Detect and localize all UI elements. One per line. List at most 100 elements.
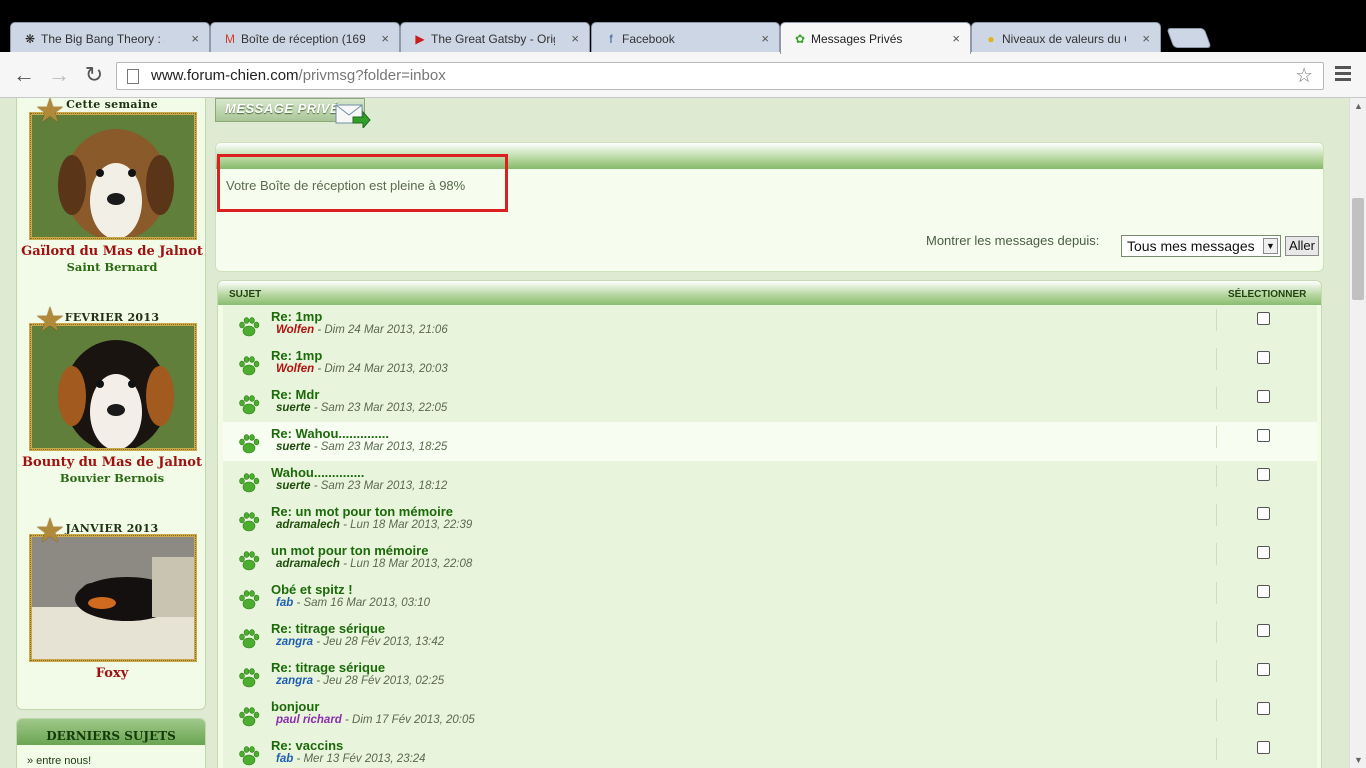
dog-name[interactable]: Foxy bbox=[17, 666, 207, 681]
gmail-icon: M bbox=[225, 32, 235, 46]
dog-feature: Cette semaine ★ Gaïlord du Mas de Jalnot Sa… bbox=[17, 98, 207, 298]
tab-label: Messages Privés bbox=[811, 31, 903, 46]
browser-tab[interactable]: ● Niveaux de valeurs du C × bbox=[971, 22, 1161, 54]
select-checkbox[interactable] bbox=[1257, 741, 1270, 754]
table-row: Re: 1mp Wolfen - Dim 24 Mar 2013, 20:03 bbox=[223, 344, 1317, 383]
address-bar[interactable]: www.forum-chien.com/privmsg?folder=inbox… bbox=[116, 62, 1324, 90]
message-subject-link[interactable]: Re: un mot pour ton mémoire bbox=[271, 504, 453, 519]
messages-since-select[interactable]: Tous mes messages ▼ bbox=[1121, 235, 1281, 257]
new-tab-button[interactable] bbox=[1166, 28, 1212, 48]
message-subject-link[interactable]: bonjour bbox=[271, 699, 319, 714]
select-checkbox[interactable] bbox=[1257, 351, 1270, 364]
dog-breed: Bouvier Bernois bbox=[59, 471, 165, 485]
chevron-down-icon: ▼ bbox=[1263, 238, 1278, 254]
select-checkbox[interactable] bbox=[1257, 663, 1270, 676]
message-subject-link[interactable]: Re: Mdr bbox=[271, 387, 319, 402]
column-divider bbox=[1216, 309, 1217, 331]
tab-label: Niveaux de valeurs du C bbox=[1002, 31, 1126, 46]
close-icon[interactable]: × bbox=[761, 31, 769, 46]
chrome-menu-icon[interactable] bbox=[1335, 66, 1351, 84]
select-checkbox[interactable] bbox=[1257, 624, 1270, 637]
column-select: SÉLECTIONNER bbox=[1228, 289, 1307, 300]
select-checkbox[interactable] bbox=[1257, 507, 1270, 520]
message-author[interactable]: suerte bbox=[276, 480, 311, 492]
select-checkbox[interactable] bbox=[1257, 312, 1270, 325]
star-icon: ★ bbox=[34, 512, 66, 550]
message-subject-link[interactable]: Re: Wahou.............. bbox=[271, 426, 389, 441]
select-checkbox[interactable] bbox=[1257, 390, 1270, 403]
scrollbar-thumb[interactable] bbox=[1352, 198, 1364, 300]
close-icon[interactable]: × bbox=[1142, 31, 1150, 46]
last-topics-item[interactable]: » entre nous! bbox=[17, 745, 205, 767]
close-icon[interactable]: × bbox=[571, 31, 579, 46]
last-topics-panel: DERNIERS SUJETS » entre nous! bbox=[16, 718, 206, 768]
message-author[interactable]: paul richard bbox=[276, 714, 342, 726]
message-subject-link[interactable]: Re: titrage sérique bbox=[271, 621, 385, 636]
forward-icon[interactable]: → bbox=[47, 63, 71, 87]
message-date: - Jeu 28 Fév 2013, 13:42 bbox=[313, 636, 445, 648]
message-subject-link[interactable]: Obé et spitz ! bbox=[271, 582, 353, 597]
message-meta: zangra - Jeu 28 Fév 2013, 13:42 bbox=[276, 636, 444, 648]
table-row: Re: Wahou.............. suerte - Sam 23 M… bbox=[223, 422, 1317, 461]
message-author[interactable]: zangra bbox=[276, 636, 313, 648]
message-author[interactable]: Wolfen bbox=[276, 363, 314, 375]
message-meta: zangra - Jeu 28 Fév 2013, 02:25 bbox=[276, 675, 444, 687]
dog-feature: JANVIER 2013 ★ Foxy bbox=[17, 514, 207, 720]
dog-photo[interactable] bbox=[29, 112, 197, 240]
message-subject-link[interactable]: Re: 1mp bbox=[271, 309, 322, 324]
page-icon bbox=[127, 69, 139, 84]
message-subject-link[interactable]: un mot pour ton mémoire bbox=[271, 543, 428, 558]
message-subject-link[interactable]: Re: vaccins bbox=[271, 738, 343, 753]
message-subject-link[interactable]: Re: titrage sérique bbox=[271, 660, 385, 675]
go-button[interactable]: Aller bbox=[1285, 236, 1319, 256]
message-author[interactable]: suerte bbox=[276, 402, 311, 414]
dog-photo[interactable] bbox=[29, 323, 197, 451]
message-subject-link[interactable]: Wahou.............. bbox=[271, 465, 364, 480]
tab-label: Boîte de réception (169) bbox=[241, 31, 365, 46]
table-row: Re: Mdr suerte - Sam 23 Mar 2013, 22:05 bbox=[223, 383, 1317, 422]
star-icon: ★ bbox=[34, 98, 66, 130]
select-checkbox[interactable] bbox=[1257, 702, 1270, 715]
scroll-up-icon[interactable]: ▲ bbox=[1354, 101, 1363, 111]
message-date: - Jeu 28 Fév 2013, 02:25 bbox=[313, 675, 445, 687]
select-checkbox[interactable] bbox=[1257, 429, 1270, 442]
bookmark-star-icon[interactable]: ☆ bbox=[1295, 63, 1313, 89]
close-icon[interactable]: × bbox=[381, 31, 389, 46]
page-scrollbar[interactable]: ▲ ▼ bbox=[1349, 98, 1366, 768]
dog-name[interactable]: Gaïlord du Mas de Jalnot bbox=[17, 244, 207, 259]
column-divider bbox=[1216, 465, 1217, 487]
dog-name[interactable]: Bounty du Mas de Jalnot bbox=[17, 455, 207, 470]
column-divider bbox=[1216, 738, 1217, 760]
messages-table: SUJET SÉLECTIONNER Re: 1mp Wolfen - Dim 2… bbox=[217, 280, 1322, 768]
filter-label: Montrer les messages depuis: bbox=[926, 233, 1100, 248]
column-divider bbox=[1216, 621, 1217, 643]
browser-tab[interactable]: f Facebook × bbox=[591, 22, 780, 54]
message-author[interactable]: zangra bbox=[276, 675, 313, 687]
browser-tab[interactable]: ❋ The Big Bang Theory : S × bbox=[10, 22, 210, 54]
message-author[interactable]: Wolfen bbox=[276, 324, 314, 336]
close-icon[interactable]: × bbox=[952, 31, 960, 46]
message-meta: Wolfen - Dim 24 Mar 2013, 20:03 bbox=[276, 363, 448, 375]
private-message-banner[interactable]: MESSAGE PRIVÉ bbox=[215, 98, 375, 134]
message-author[interactable]: adramalech bbox=[276, 558, 340, 570]
select-checkbox[interactable] bbox=[1257, 585, 1270, 598]
scroll-down-icon[interactable]: ▼ bbox=[1354, 755, 1363, 765]
close-icon[interactable]: × bbox=[191, 31, 199, 46]
url-path: /privmsg?folder=inbox bbox=[298, 67, 446, 84]
reload-icon[interactable]: ↻ bbox=[82, 63, 106, 87]
message-author[interactable]: fab bbox=[276, 753, 293, 765]
message-meta: suerte - Sam 23 Mar 2013, 18:25 bbox=[276, 441, 447, 453]
select-checkbox[interactable] bbox=[1257, 468, 1270, 481]
browser-tab[interactable]: ▶ The Great Gatsby - Orig × bbox=[400, 22, 590, 54]
message-date: - Lun 18 Mar 2013, 22:08 bbox=[339, 558, 473, 570]
message-author[interactable]: fab bbox=[276, 597, 293, 609]
browser-tab[interactable]: M Boîte de réception (169) × bbox=[210, 22, 400, 54]
message-subject-link[interactable]: Re: 1mp bbox=[271, 348, 322, 363]
back-icon[interactable]: ← bbox=[12, 63, 36, 87]
message-author[interactable]: adramalech bbox=[276, 519, 340, 531]
dog-feature: FEVRIER 2013 ★ Bounty du Mas de Jalnot Bouv… bbox=[17, 303, 207, 509]
message-author[interactable]: suerte bbox=[276, 441, 311, 453]
browser-tab[interactable]: ✿ Messages Privés × bbox=[780, 22, 971, 54]
dog-photo[interactable] bbox=[29, 534, 197, 662]
select-checkbox[interactable] bbox=[1257, 546, 1270, 559]
